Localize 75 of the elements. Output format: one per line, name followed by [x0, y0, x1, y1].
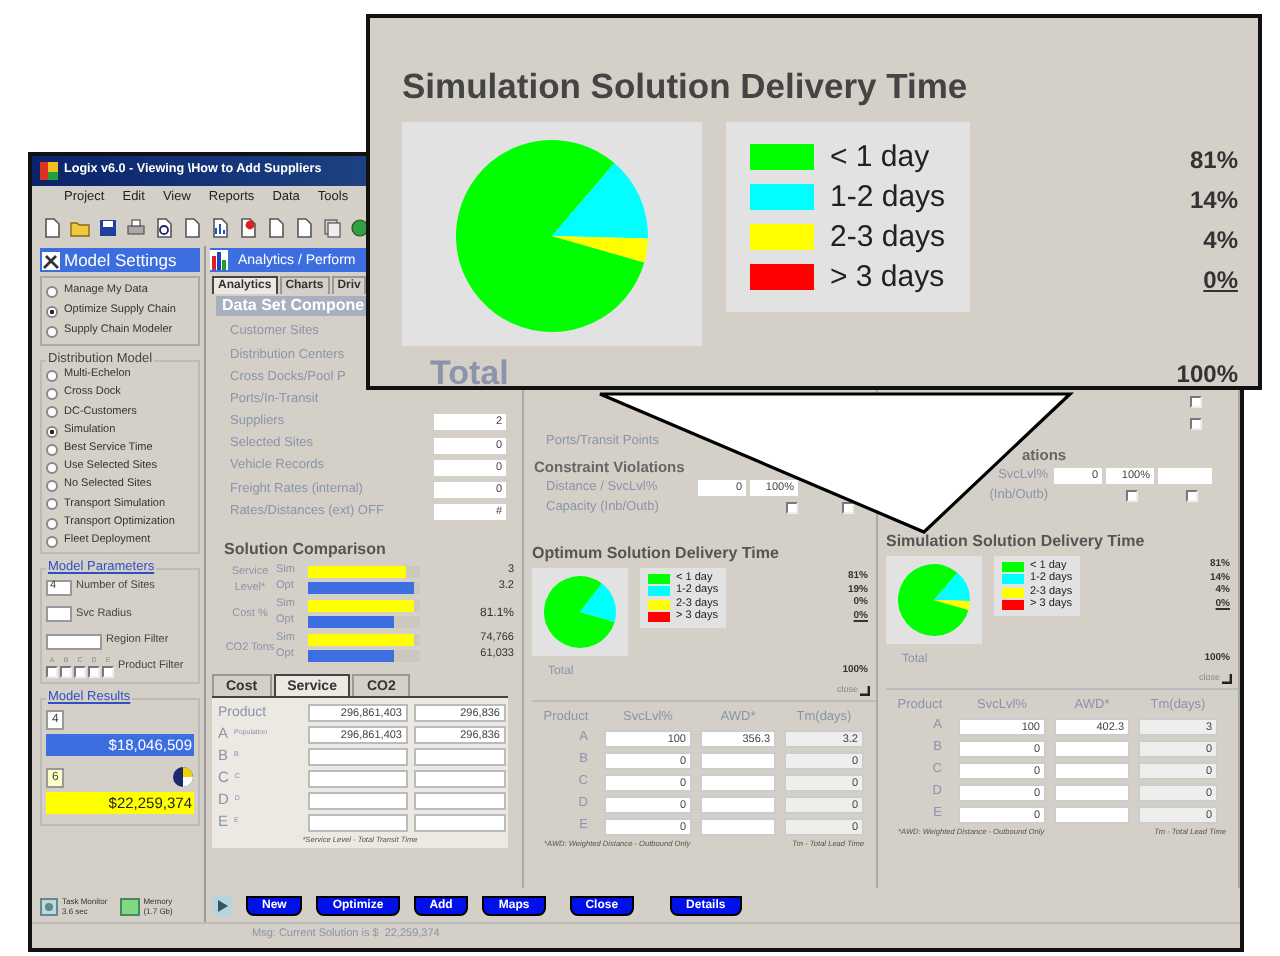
- radio-button[interactable]: [46, 370, 58, 382]
- corner-icon: [1222, 674, 1232, 684]
- radio-button[interactable]: [46, 305, 58, 317]
- chart-title: Optimum Solution Delivery Time: [532, 546, 781, 562]
- checkbox[interactable]: [102, 665, 114, 677]
- chart-title: Simulation Solution Delivery Time: [402, 66, 970, 108]
- corner-icon: [860, 686, 870, 696]
- input-field[interactable]: [700, 817, 776, 835]
- radio-button[interactable]: [46, 480, 58, 493]
- radio-button[interactable]: [46, 461, 58, 474]
- memory-icon: [119, 897, 140, 915]
- input-field[interactable]: [308, 747, 408, 766]
- panel-title: Model Settings: [64, 251, 177, 269]
- legend-label: 2-3 days: [830, 219, 946, 254]
- radio-button[interactable]: [46, 498, 58, 511]
- radio-button[interactable]: [46, 425, 58, 438]
- bars-icon: [210, 250, 228, 270]
- checkbox[interactable]: [46, 665, 58, 677]
- radio-button[interactable]: [46, 443, 58, 456]
- section-title: Solution Comparison: [224, 541, 388, 558]
- tools-icon: [42, 251, 60, 269]
- checkbox[interactable]: [1126, 490, 1138, 502]
- page-icon[interactable]: [42, 218, 62, 238]
- radio-button[interactable]: [46, 325, 58, 337]
- checkbox[interactable]: [842, 502, 854, 514]
- play-icon[interactable]: [212, 895, 232, 915]
- input-field[interactable]: [414, 791, 506, 810]
- pie-icon: [172, 766, 194, 789]
- input-field[interactable]: [1054, 761, 1130, 779]
- input-field[interactable]: [308, 769, 408, 788]
- input-field[interactable]: [1054, 739, 1130, 757]
- radio-button[interactable]: [46, 535, 58, 548]
- chart-icon[interactable]: [210, 218, 230, 238]
- input-field[interactable]: [414, 747, 506, 766]
- radio-button[interactable]: [46, 285, 58, 297]
- checkbox[interactable]: [60, 665, 72, 677]
- stack-icon[interactable]: [322, 218, 342, 238]
- percent-value: 14%: [1189, 186, 1238, 218]
- checkbox[interactable]: [1190, 396, 1202, 408]
- monitor-icon[interactable]: [40, 897, 58, 915]
- preview-icon[interactable]: [154, 218, 174, 238]
- input-field[interactable]: [1054, 805, 1130, 823]
- radio-button[interactable]: [46, 388, 58, 401]
- app-icon: [40, 162, 58, 180]
- chart-title: Simulation Solution Delivery Time: [886, 534, 1147, 550]
- percent-value: 81%: [1189, 146, 1238, 178]
- folder-icon[interactable]: [70, 218, 90, 238]
- percent-value: 4%: [1203, 226, 1238, 258]
- legend-label: 1-2 days: [830, 180, 946, 215]
- pin-icon[interactable]: [238, 218, 258, 238]
- input-field[interactable]: [1054, 783, 1130, 801]
- checkbox[interactable]: [88, 665, 100, 677]
- page-icon[interactable]: [182, 218, 202, 238]
- input-field[interactable]: [46, 633, 102, 650]
- checkbox[interactable]: [1190, 418, 1202, 430]
- input-field[interactable]: [700, 773, 776, 791]
- input-field[interactable]: [414, 769, 506, 788]
- input-field[interactable]: [700, 795, 776, 813]
- input-field[interactable]: [308, 791, 408, 810]
- checkbox[interactable]: [786, 502, 798, 514]
- percent-value: 0%: [1203, 266, 1238, 298]
- radio-button[interactable]: [46, 406, 58, 419]
- input-field[interactable]: [308, 813, 408, 832]
- checkbox[interactable]: [74, 665, 86, 677]
- input-field[interactable]: [46, 606, 72, 623]
- input-field[interactable]: [414, 813, 506, 832]
- printer-icon[interactable]: [126, 218, 146, 238]
- legend-label: < 1 day: [830, 140, 930, 175]
- input-field[interactable]: [700, 751, 776, 769]
- radio-button[interactable]: [46, 517, 58, 529]
- total-value: 100%: [1176, 360, 1238, 388]
- checkbox[interactable]: [1186, 490, 1198, 502]
- input-field[interactable]: [1158, 468, 1212, 484]
- legend-label: > 3 days: [830, 259, 945, 294]
- total-label: Total: [430, 354, 509, 394]
